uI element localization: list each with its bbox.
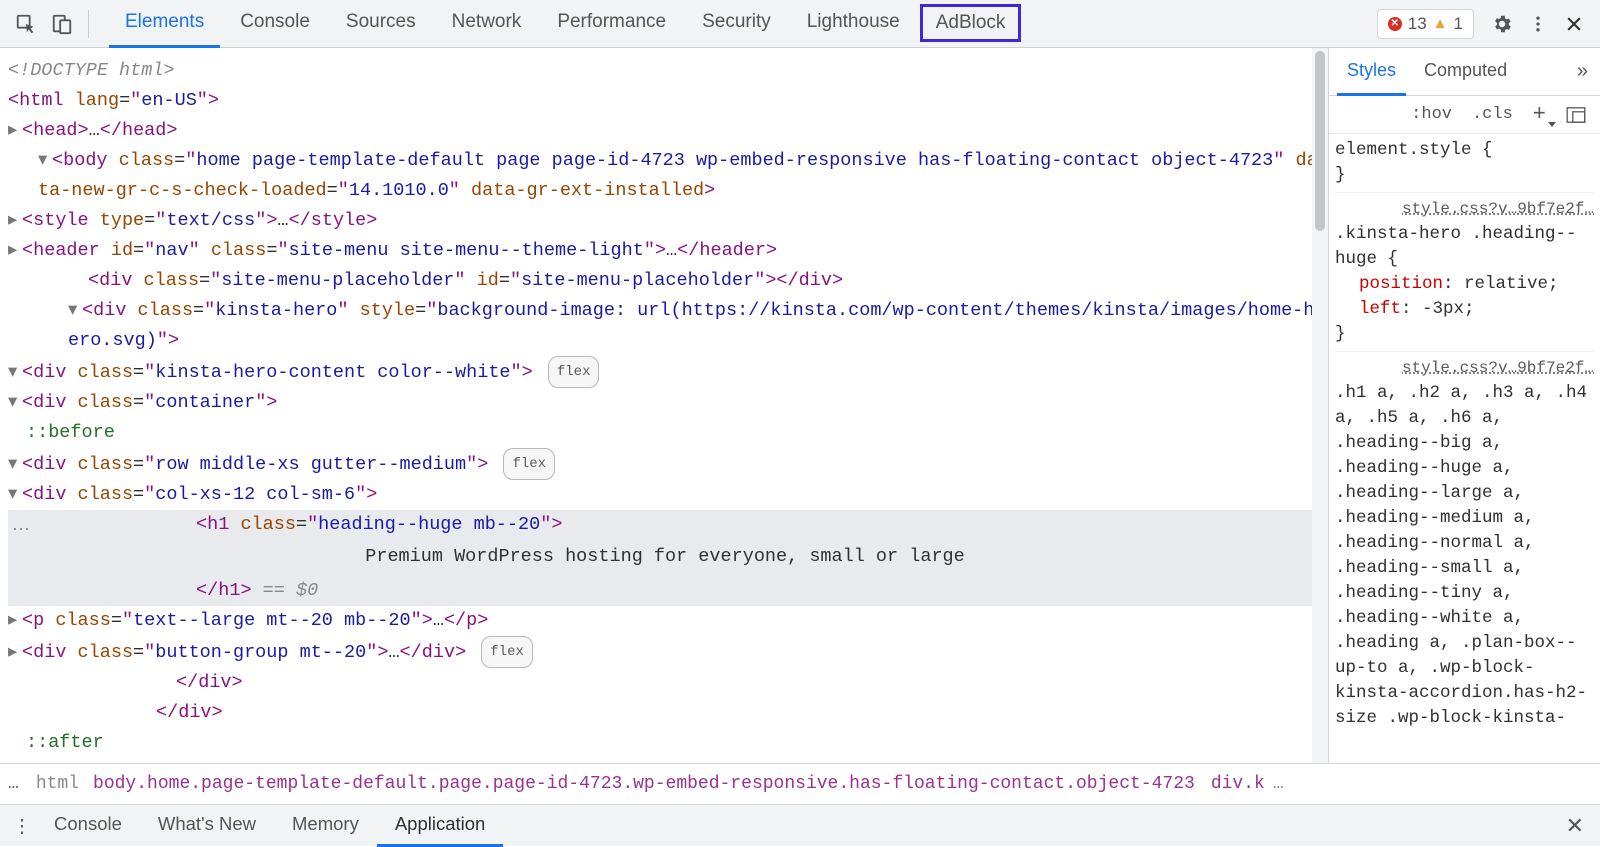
flex-badge[interactable]: flex [548, 356, 600, 388]
tab-lighthouse[interactable]: Lighthouse [791, 0, 916, 48]
tab-performance[interactable]: Performance [541, 0, 682, 48]
crumb-divk[interactable]: div.k [1211, 774, 1265, 794]
dom-node-hero-content[interactable]: ▾<div class="kinsta-hero-content color--… [8, 356, 1322, 388]
box-model-icon[interactable] [1558, 105, 1594, 125]
source-link[interactable]: style.css?v…9bf7e2f… [1402, 356, 1594, 381]
drawer-tab-whatsnew[interactable]: What's New [140, 805, 274, 847]
dom-node-col-close[interactable]: </div> [8, 668, 1322, 698]
warning-icon: ▲ [1433, 15, 1448, 32]
crumb-more: … [1273, 774, 1284, 794]
scrollbar[interactable] [1312, 48, 1328, 763]
drawer-tab-console[interactable]: Console [36, 805, 140, 847]
crumb-html[interactable]: html [36, 774, 79, 794]
dom-node-row[interactable]: ▾<div class="row middle-xs gutter--mediu… [8, 448, 1322, 480]
tab-adblock[interactable]: AdBlock [920, 4, 1022, 42]
dom-node-container[interactable]: ▾<div class="container"> [8, 388, 1322, 418]
crumb-overflow-icon[interactable]: … [8, 774, 20, 794]
dom-node-body[interactable]: ▾<body class="home page-template-default… [8, 146, 1322, 206]
close-devtools-icon[interactable] [1556, 6, 1592, 42]
scrollbar-thumb[interactable] [1315, 51, 1325, 231]
dom-node-head[interactable]: ▸<head>…</head> [8, 116, 1322, 146]
styles-rules[interactable]: element.style { } style.css?v…9bf7e2f… .… [1329, 134, 1600, 763]
devtools-toolbar: Elements Console Sources Network Perform… [0, 0, 1600, 48]
drawer-kebab-icon[interactable]: ⋮ [8, 815, 36, 837]
flex-badge[interactable]: flex [481, 636, 533, 668]
tab-computed[interactable]: Computed [1414, 48, 1517, 96]
gutter-dots-icon[interactable]: ⋯ [12, 516, 31, 546]
issue-counts[interactable]: ✕ 13 ▲ 1 [1377, 9, 1474, 39]
inspect-element-icon[interactable] [8, 6, 44, 42]
dom-node-h1-close[interactable]: </h1> == $0 [8, 576, 1322, 606]
more-tabs-icon[interactable]: » [1573, 56, 1592, 87]
tab-security[interactable]: Security [686, 0, 787, 48]
drawer-tab-memory[interactable]: Memory [274, 805, 377, 847]
dom-node-header[interactable]: ▸<header id="nav" class="site-menu site-… [8, 236, 1322, 266]
tab-sources[interactable]: Sources [330, 0, 432, 48]
styles-tabs: Styles Computed » [1329, 48, 1600, 96]
dom-node-placeholder-div[interactable]: <div class="site-menu-placeholder" id="s… [8, 266, 1322, 296]
dom-node-doctype[interactable]: <!DOCTYPE html> [8, 56, 1322, 86]
dom-selected-node[interactable]: ⋯ <h1 class="heading--huge mb--20"> Prem… [8, 510, 1322, 606]
flex-badge[interactable]: flex [503, 448, 555, 480]
dom-node-h1-text[interactable]: Premium WordPress hosting for everyone, … [8, 540, 1322, 576]
dom-breadcrumb[interactable]: … html body.home.page-template-default.p… [0, 763, 1600, 804]
tab-elements[interactable]: Elements [109, 0, 220, 48]
drawer-close-icon[interactable]: ✕ [1558, 809, 1592, 843]
tab-styles[interactable]: Styles [1337, 48, 1406, 96]
source-link[interactable]: style.css?v…9bf7e2f… [1402, 197, 1594, 222]
dom-node-row-close[interactable]: </div> [8, 698, 1322, 728]
rule-element-style[interactable]: element.style { } [1335, 138, 1594, 193]
new-style-rule-icon[interactable]: + [1525, 100, 1554, 129]
dom-node-h1-open[interactable]: <h1 class="heading--huge mb--20"> [8, 510, 1322, 540]
crumb-body[interactable]: body.home.page-template-default.page.pag… [93, 774, 1195, 794]
error-count: 13 [1408, 14, 1427, 34]
rule-heading-links[interactable]: style.css?v…9bf7e2f… .h1 a, .h2 a, .h3 a… [1335, 356, 1594, 735]
dom-node-html[interactable]: <html lang="en-US"> [8, 86, 1322, 116]
panel-tabs: Elements Console Sources Network Perform… [97, 0, 1021, 48]
styles-panel: Styles Computed » :hov .cls + element.st… [1328, 48, 1600, 763]
dom-node-hero-div[interactable]: ▾<div class="kinsta-hero" style="backgro… [8, 296, 1322, 356]
device-toggle-icon[interactable] [44, 6, 80, 42]
tab-console[interactable]: Console [224, 0, 326, 48]
styles-toolbar: :hov .cls + [1329, 96, 1600, 134]
kebab-menu-icon[interactable] [1520, 6, 1556, 42]
rule-kinsta-hero[interactable]: style.css?v…9bf7e2f… .kinsta-hero .headi… [1335, 197, 1594, 352]
dom-node-col[interactable]: ▾<div class="col-xs-12 col-sm-6"> [8, 480, 1322, 510]
dom-node-button-group[interactable]: ▸<div class="button-group mt--20">…</div… [8, 636, 1322, 668]
error-icon: ✕ [1388, 17, 1402, 31]
tab-network[interactable]: Network [436, 0, 538, 48]
hov-toggle[interactable]: :hov [1403, 103, 1460, 126]
main-area: <!DOCTYPE html> <html lang="en-US"> ▸<he… [0, 48, 1600, 763]
dom-pseudo-after[interactable]: ::after [8, 728, 1322, 758]
drawer: ⋮ Console What's New Memory Application … [0, 804, 1600, 846]
dom-node-style[interactable]: ▸<style type="text/css">…</style> [8, 206, 1322, 236]
divider [88, 10, 89, 38]
settings-gear-icon[interactable] [1484, 6, 1520, 42]
cls-toggle[interactable]: .cls [1464, 103, 1521, 126]
dom-pseudo-before[interactable]: ::before [8, 418, 1322, 448]
warning-count: 1 [1454, 14, 1463, 34]
dom-tree-panel: <!DOCTYPE html> <html lang="en-US"> ▸<he… [0, 48, 1328, 763]
drawer-tab-application[interactable]: Application [377, 805, 504, 847]
dom-node-p[interactable]: ▸<p class="text--large mt--20 mb--20">…<… [8, 606, 1322, 636]
dom-tree[interactable]: <!DOCTYPE html> <html lang="en-US"> ▸<he… [0, 48, 1328, 763]
